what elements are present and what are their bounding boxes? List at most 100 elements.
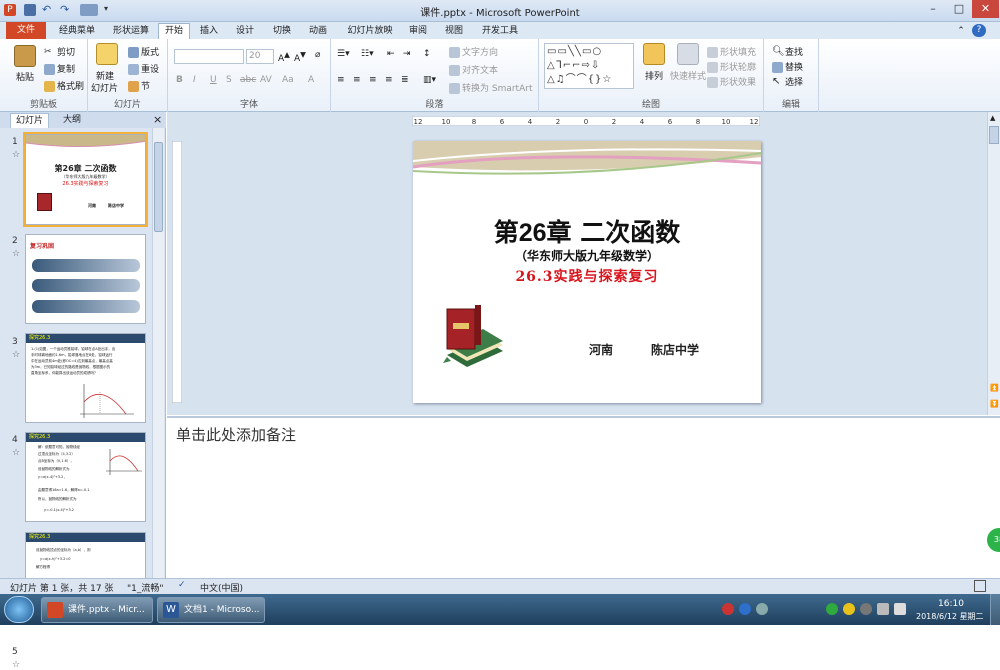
outdent-icon[interactable]: ⇥	[403, 49, 411, 59]
tab-developer[interactable]: 开发工具	[475, 24, 525, 39]
font-name-combo[interactable]	[174, 49, 244, 64]
tab-slideshow[interactable]: 幻灯片放映	[340, 24, 400, 39]
spellcheck-icon[interactable]: ✓	[178, 580, 186, 590]
slide-red-title[interactable]: 26.3实践与探索复习	[413, 266, 761, 286]
scroll-thumb[interactable]	[154, 142, 163, 232]
slide-thumbnail-3[interactable]: 探究26.3 1.(1)如图，一个运动员推铅球，铅球在点A处出手，出 手时球离地…	[25, 333, 146, 423]
change-case-button[interactable]: Aa	[282, 75, 294, 85]
close-button[interactable]: ✕	[972, 0, 999, 18]
close-pane-icon[interactable]: ×	[148, 113, 167, 128]
tab-animations[interactable]: 动画	[303, 24, 333, 39]
grow-font-icon[interactable]: A▲	[278, 50, 290, 64]
text-direction-button[interactable]: 文字方向	[449, 45, 498, 58]
tab-review[interactable]: 审阅	[403, 24, 433, 39]
notes-pane[interactable]: 单击此处添加备注 38	[167, 416, 1000, 578]
align-text-button[interactable]: 对齐文本	[449, 63, 498, 76]
clock-date[interactable]: 2018/6/12 星期二	[916, 611, 984, 622]
bold-button[interactable]: B	[176, 75, 183, 85]
clear-format-icon[interactable]: ⌀	[315, 50, 320, 60]
italic-button[interactable]: I	[193, 75, 196, 85]
layout-button[interactable]: 版式	[128, 45, 159, 58]
slide-thumbnail-1[interactable]: 第26章 二次函数 （华东师大版九年级数学） 26.3实践与探索复习 河南 陈店…	[23, 132, 148, 227]
language[interactable]: 中文(中国)	[200, 581, 243, 594]
slide-org-right[interactable]: 陈店中学	[651, 341, 699, 358]
cut-button[interactable]: ✂ 剪切	[44, 45, 75, 58]
slide-canvas[interactable]: 第26章 二次函数 （华东师大版九年级数学） 26.3实践与探索复习 河南 陈店…	[413, 141, 761, 403]
justify-icon[interactable]: ≡	[385, 75, 393, 85]
align-right-icon[interactable]: ≡	[369, 75, 377, 85]
slide-thumbnail-5[interactable]: 探究26.3 设抛物线顶点的坐标为（a,b），则 y=a(x-h)²+3.2=0…	[25, 532, 146, 578]
clock-time[interactable]: 16:10	[938, 599, 964, 609]
shape-outline-button[interactable]: 形状轮廓	[707, 60, 756, 73]
line-spacing-icon[interactable]: ↕	[423, 49, 431, 59]
distribute-icon[interactable]: ≣	[401, 75, 409, 85]
network-icon[interactable]	[877, 603, 889, 615]
slide-thumbnail-2[interactable]: 复习巩固	[25, 234, 146, 324]
pane-scrollbar[interactable]	[152, 128, 164, 578]
underline-button[interactable]: U	[210, 75, 217, 85]
select-button[interactable]: ↖ 选择	[772, 75, 803, 89]
tab-transitions[interactable]: 切换	[267, 24, 297, 39]
prev-slide-icon[interactable]: ⏫	[990, 384, 999, 392]
tray-icon-4[interactable]	[860, 603, 872, 615]
volume-icon[interactable]	[894, 603, 906, 615]
bullets-icon[interactable]: ☰▾	[337, 49, 350, 59]
arrange-button[interactable]: 排列	[645, 69, 663, 82]
scroll-up-icon[interactable]: ▲	[990, 114, 995, 122]
align-center-icon[interactable]: ≡	[353, 75, 361, 85]
tab-insert[interactable]: 插入	[194, 24, 224, 39]
notes-badge[interactable]: 38	[987, 528, 1000, 552]
quick-styles-button[interactable]: 快速样式	[670, 69, 706, 82]
show-desktop-button[interactable]	[990, 594, 1000, 625]
tab-slides[interactable]: 幻灯片	[10, 113, 50, 128]
tab-design[interactable]: 设计	[230, 24, 260, 39]
minimize-ribbon-icon[interactable]: ⌃	[955, 24, 967, 39]
tray-shield-icon[interactable]	[826, 603, 838, 615]
font-color-button[interactable]: A	[308, 75, 314, 85]
tray-icon-2[interactable]	[739, 603, 751, 615]
taskbar-word[interactable]: W 文档1 - Microso...	[157, 597, 265, 623]
numbering-icon[interactable]: ☷▾	[361, 49, 374, 59]
align-left-icon[interactable]: ≡	[337, 75, 345, 85]
reset-button[interactable]: 重设	[128, 62, 159, 75]
shapes-gallery[interactable]: ▭▭╲╲▭○ △ᒣ⌐⌐⇨⇩ △♫⌒⌒{}☆	[544, 43, 634, 89]
strikethrough-button[interactable]: abc	[240, 75, 256, 85]
arrange-icon[interactable]	[643, 43, 665, 65]
format-painter-button[interactable]: 格式刷	[44, 79, 84, 92]
section-button[interactable]: 节	[128, 79, 150, 92]
slide-title[interactable]: 第26章 二次函数	[413, 213, 761, 249]
new-slide-dropdown[interactable]: 幻灯片	[91, 81, 118, 94]
replace-button[interactable]: 替换	[772, 60, 803, 73]
paste-button[interactable]: 粘贴	[16, 70, 34, 83]
slide-subtitle[interactable]: （华东师大版九年级数学）	[413, 247, 761, 264]
indent-icon[interactable]: ⇤	[387, 49, 395, 59]
columns-icon[interactable]: ▥▾	[423, 75, 436, 85]
scroll-thumb[interactable]	[989, 126, 999, 144]
shape-effects-button[interactable]: 形状效果	[707, 75, 756, 88]
tab-classic-menu[interactable]: 经典菜单	[52, 24, 102, 39]
shadow-button[interactable]: S	[226, 75, 232, 85]
new-slide-icon[interactable]	[96, 43, 118, 65]
slide-org-left[interactable]: 河南	[589, 341, 613, 358]
font-size-combo[interactable]: 20	[246, 49, 274, 64]
maximize-button[interactable]: □	[946, 0, 972, 18]
slide-scrollbar[interactable]: ▲ ⏫ ⏬	[987, 112, 1000, 415]
notes-placeholder[interactable]: 单击此处添加备注	[176, 424, 296, 445]
copy-button[interactable]: 复制	[44, 62, 75, 75]
tab-home[interactable]: 开始	[158, 23, 190, 40]
fit-to-window-icon[interactable]	[974, 580, 986, 592]
tab-file[interactable]: 文件	[6, 22, 46, 39]
tray-security-icon[interactable]	[843, 603, 855, 615]
tray-icon-3[interactable]	[756, 603, 768, 615]
paste-icon[interactable]	[14, 45, 36, 67]
help-icon[interactable]: ?	[972, 24, 986, 37]
char-spacing-button[interactable]: AV	[260, 75, 272, 85]
tray-icon-1[interactable]	[722, 603, 734, 615]
shrink-font-icon[interactable]: A▼	[294, 50, 306, 64]
tab-outline[interactable]: 大纲	[58, 113, 86, 128]
quick-styles-icon[interactable]	[677, 43, 699, 65]
smartart-button[interactable]: 转换为 SmartArt	[449, 81, 532, 94]
taskbar-powerpoint[interactable]: 课件.pptx - Micr...	[41, 597, 153, 623]
find-button[interactable]: 🔍︎查找	[772, 45, 803, 59]
minimize-button[interactable]: –	[920, 0, 946, 18]
